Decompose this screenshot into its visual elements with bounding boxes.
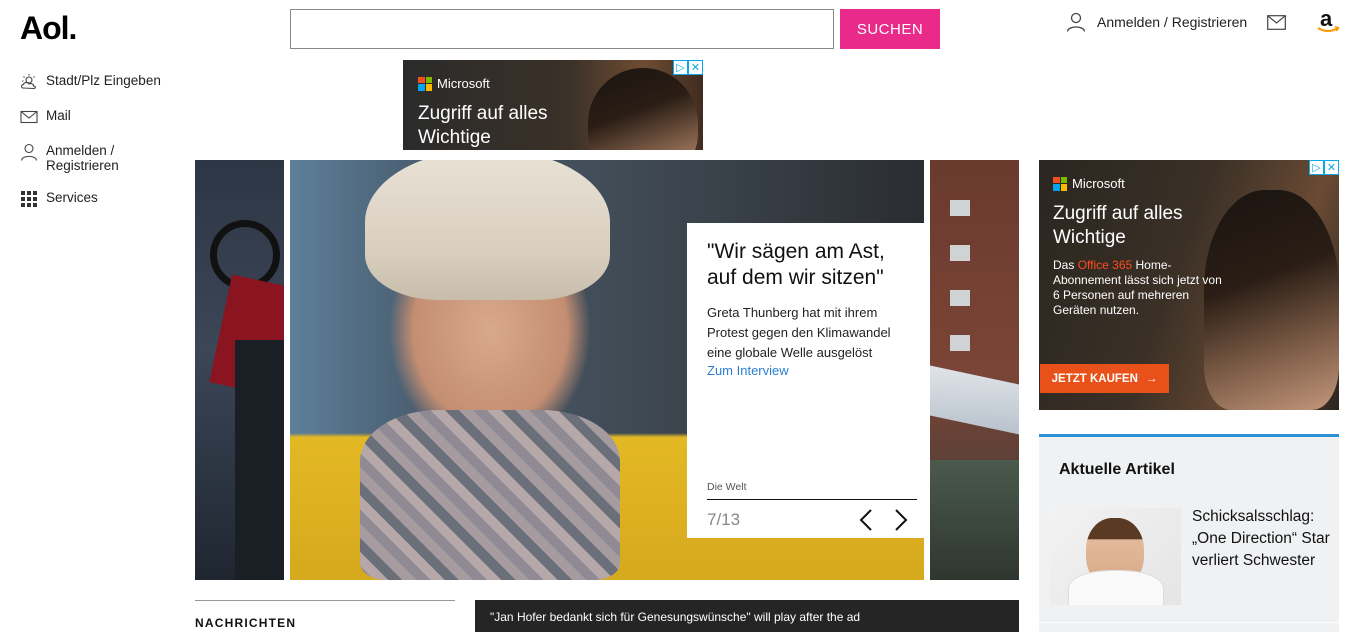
- left-nav: Stadt/Plz Eingeben Mail Anmelden / Regis…: [20, 73, 190, 225]
- beanie-shape: [365, 160, 610, 300]
- aol-logo[interactable]: Aol.: [20, 10, 77, 47]
- microsoft-logo-icon: [1053, 176, 1067, 191]
- nav-item-label: Anmelden / Registrieren: [46, 143, 119, 173]
- ad-close-icon[interactable]: ✕: [688, 60, 703, 75]
- divider: [1039, 622, 1339, 623]
- nav-item-mail[interactable]: Mail: [20, 108, 190, 126]
- story-title[interactable]: "Wir sägen am Ast, auf dem wir sitzen": [707, 239, 904, 291]
- nav-item-label: Mail: [46, 108, 71, 123]
- chevron-left-icon[interactable]: [857, 508, 875, 532]
- slide-image-detail: [950, 290, 970, 306]
- nav-item-services[interactable]: Services: [20, 190, 190, 208]
- ad-headline-line: Wichtige: [1053, 227, 1126, 248]
- ad-choices-badge[interactable]: ▷ ✕: [673, 60, 703, 75]
- user-icon: [20, 143, 38, 161]
- article-thumbnail[interactable]: [1050, 508, 1181, 605]
- story-description: Greta Thunberg hat mit ihrem Protest geg…: [707, 305, 891, 360]
- login-register-link[interactable]: Anmelden / Registrieren: [1097, 14, 1247, 30]
- slide-image-detail: [950, 335, 970, 351]
- video-preroll-notice: "Jan Hofer bedankt sich für Genesungswün…: [475, 600, 1019, 632]
- ad-person-image: [588, 68, 698, 150]
- divider: [195, 600, 455, 601]
- thumbnail-shirt: [1068, 570, 1164, 605]
- ad-close-icon[interactable]: ✕: [1324, 160, 1339, 175]
- ad-cta-button[interactable]: JETZT KAUFEN →: [1040, 364, 1169, 393]
- ad-person-image: [1204, 190, 1339, 410]
- carousel-prev-slide[interactable]: [195, 160, 284, 580]
- ad-body-text: Das Office 365 Home-Abonnement lässt sic…: [1053, 258, 1223, 318]
- right-ad-banner[interactable]: Microsoft Zugriff auf alles Wichtige Das…: [1039, 160, 1339, 410]
- slide-image-detail: [950, 245, 970, 261]
- svg-text:a: a: [1320, 8, 1333, 31]
- ad-brand-name: Microsoft: [437, 76, 490, 91]
- divider: [707, 499, 917, 500]
- ad-body-part: Das: [1053, 258, 1078, 272]
- ad-choices-badge[interactable]: ▷ ✕: [1309, 160, 1339, 175]
- slide-image-detail: [950, 200, 970, 216]
- story-source: Die Welt: [707, 481, 747, 493]
- carousel-next-slide[interactable]: [930, 160, 1019, 580]
- ad-headline: Zugriff auf alles Wichtige: [1053, 202, 1183, 250]
- user-icon[interactable]: [1066, 12, 1086, 32]
- articles-title: Aktuelle Artikel: [1059, 461, 1175, 478]
- nav-item-login[interactable]: Anmelden / Registrieren: [20, 143, 190, 173]
- ad-headline: Zugriff auf alles Wichtige: [418, 102, 548, 150]
- news-section-label: NACHRICHTEN: [195, 616, 297, 630]
- ad-brand-name: Microsoft: [1072, 176, 1125, 191]
- slide-image-detail: [930, 365, 1019, 435]
- amazon-icon[interactable]: a: [1316, 8, 1340, 34]
- ad-choices-icon[interactable]: ▷: [673, 60, 688, 75]
- ad-choices-icon[interactable]: ▷: [1309, 160, 1324, 175]
- scarf-shape: [360, 410, 620, 580]
- ad-cta-label: JETZT KAUFEN: [1051, 372, 1138, 385]
- weather-icon: [21, 74, 36, 90]
- microsoft-brand: Microsoft: [1053, 176, 1125, 191]
- ad-headline-line: Zugriff auf alles: [1053, 203, 1183, 224]
- chevron-right-icon[interactable]: [892, 508, 910, 532]
- grid-icon: [21, 191, 37, 207]
- search-button[interactable]: SUCHEN: [840, 9, 940, 49]
- microsoft-logo-icon: [418, 76, 432, 91]
- slide-image-detail: [235, 340, 284, 580]
- microsoft-brand: Microsoft: [418, 76, 490, 91]
- nav-item-weather[interactable]: Stadt/Plz Eingeben: [20, 73, 190, 91]
- ad-headline-line: Wichtige: [418, 127, 491, 148]
- ad-body-highlight: Office 365: [1077, 258, 1133, 272]
- search-input[interactable]: [290, 9, 834, 49]
- top-ad-banner[interactable]: Microsoft Zugriff auf alles Wichtige ▷ ✕: [403, 60, 703, 150]
- carousel-story-card: "Wir sägen am Ast, auf dem wir sitzen" G…: [687, 223, 924, 538]
- slide-image-detail: [930, 460, 1019, 580]
- ad-headline-line: Zugriff auf alles: [418, 103, 548, 124]
- carousel-position: 7/13: [707, 510, 741, 529]
- arrow-right-icon: →: [1145, 372, 1158, 385]
- nav-item-label: Services: [46, 190, 98, 205]
- story-link[interactable]: Zum Interview: [707, 363, 904, 378]
- nav-item-label: Stadt/Plz Eingeben: [46, 73, 161, 88]
- current-articles-panel: Aktuelle Artikel Schicksalsschlag: „One …: [1039, 434, 1339, 632]
- mail-icon[interactable]: [1267, 15, 1286, 30]
- article-headline[interactable]: Schicksalsschlag: „One Direction“ Star v…: [1192, 506, 1332, 572]
- mail-icon: [20, 110, 38, 124]
